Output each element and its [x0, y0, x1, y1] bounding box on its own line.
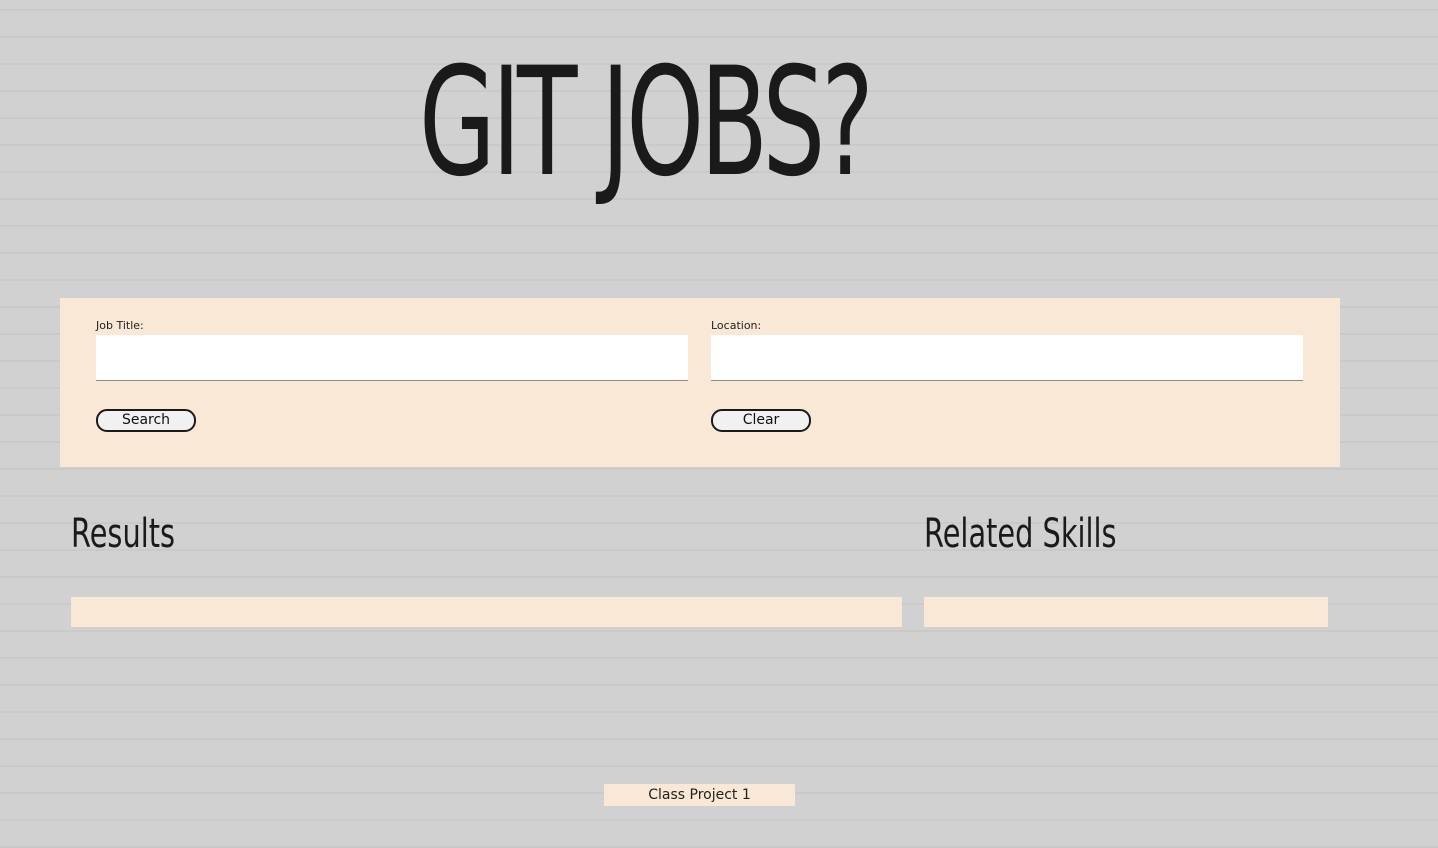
results-heading: Results [71, 511, 175, 557]
footer: Class Project 1 [604, 784, 795, 806]
clear-button[interactable]: Clear [711, 409, 811, 432]
job-title-input[interactable] [96, 335, 688, 381]
location-input[interactable] [711, 335, 1303, 381]
search-panel: Job Title: Location: Search Clear [60, 298, 1340, 467]
job-title-label: Job Title: [96, 319, 144, 332]
related-skills-heading: Related Skills [924, 511, 1117, 557]
related-skills-list [924, 597, 1328, 627]
search-button[interactable]: Search [96, 409, 196, 432]
page-title: GIT JOBS? [419, 36, 874, 210]
location-label: Location: [711, 319, 762, 332]
results-list [71, 597, 902, 627]
